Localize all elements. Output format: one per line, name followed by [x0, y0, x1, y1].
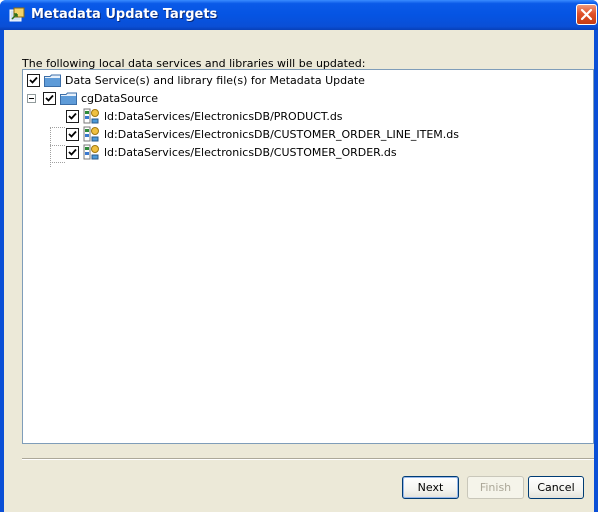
checkmark-icon: [68, 148, 77, 156]
folder-icon: [44, 74, 61, 87]
data-service-file-icon: [83, 144, 99, 160]
folder-icon: [60, 92, 77, 105]
tree-node-label: Data Service(s) and library file(s) for …: [65, 73, 365, 87]
tree-item-node[interactable]: ld:DataServices/ElectronicsDB/CUSTOMER_O…: [66, 144, 397, 160]
tree-item-node[interactable]: ld:DataServices/ElectronicsDB/CUSTOMER_O…: [66, 126, 459, 142]
targets-tree[interactable]: Data Service(s) and library file(s) for …: [22, 69, 594, 444]
tree-connector: [50, 127, 65, 128]
tree-connector: [50, 162, 65, 163]
tree-root-node[interactable]: Data Service(s) and library file(s) for …: [27, 72, 365, 88]
checkmark-icon: [68, 130, 77, 138]
tree-node-label: cgDataSource: [81, 91, 159, 105]
root-checkbox[interactable]: [27, 73, 40, 87]
tree-item-node[interactable]: ld:DataServices/ElectronicsDB/PRODUCT.ds: [66, 108, 343, 124]
item-checkbox[interactable]: [66, 145, 79, 159]
dialog-sync-icon: [9, 7, 25, 22]
cancel-button[interactable]: Cancel: [528, 476, 584, 499]
folder-checkbox[interactable]: [43, 91, 56, 105]
tree-folder-node[interactable]: cgDataSource: [43, 90, 158, 106]
tree-connector: [50, 127, 51, 167]
button-separator: [22, 458, 594, 460]
checkmark-icon: [29, 76, 38, 84]
checkmark-icon: [68, 112, 77, 120]
dialog-body: The following local data services and li…: [4, 30, 594, 512]
tree-item-label: ld:DataServices/ElectronicsDB/PRODUCT.ds: [104, 109, 343, 123]
data-service-file-icon: [83, 126, 99, 142]
dialog-window: Metadata Update Targets The following lo…: [0, 0, 598, 512]
next-button[interactable]: Next: [402, 476, 459, 499]
close-icon: [580, 8, 593, 21]
tree-connector: [50, 145, 65, 146]
tree-item-label: ld:DataServices/ElectronicsDB/CUSTOMER_O…: [104, 145, 397, 159]
window-title: Metadata Update Targets: [31, 7, 218, 22]
checkmark-icon: [45, 94, 54, 102]
close-button[interactable]: [576, 4, 597, 25]
title-bar[interactable]: Metadata Update Targets: [0, 0, 598, 30]
item-checkbox[interactable]: [66, 127, 79, 141]
finish-button[interactable]: Finish: [467, 476, 524, 499]
collapse-expander[interactable]: [27, 94, 36, 103]
tree-item-label: ld:DataServices/ElectronicsDB/CUSTOMER_O…: [104, 127, 459, 141]
data-service-file-icon: [83, 108, 99, 124]
item-checkbox[interactable]: [66, 109, 79, 123]
